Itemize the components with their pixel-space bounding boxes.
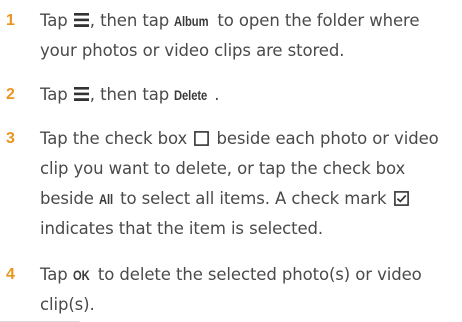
step-line: clip you want to delete, or tap the chec… xyxy=(40,159,406,178)
step-text: Tap OK to delete the selected photo(s) o… xyxy=(40,260,460,320)
text-fragment: , then tap xyxy=(89,85,175,104)
text-fragment: , then tap xyxy=(89,11,175,30)
keyword-album: Album xyxy=(174,13,209,29)
step-line: Tap OK to delete the selected photo(s) o… xyxy=(40,260,460,290)
keyword-delete: Delete xyxy=(174,87,208,103)
menu-icon xyxy=(73,13,89,27)
step-number: 2 xyxy=(6,86,15,103)
text-fragment: Tap xyxy=(40,85,73,104)
checkbox-checked-icon xyxy=(393,191,409,206)
step-line: your photos or video clips are stored. xyxy=(40,41,345,60)
step-line: clip(s). xyxy=(40,295,95,314)
text-fragment: to select all items. A check mark xyxy=(114,189,392,208)
step-text: Tap , then tap Album to open the folder … xyxy=(40,6,460,66)
step-2: 2 Tap , then tap Delete. xyxy=(0,80,462,112)
text-fragment: Tap xyxy=(40,265,73,284)
step-number: 1 xyxy=(6,12,15,29)
keyword-all: All xyxy=(98,191,114,207)
step-1: 1 Tap , then tap Album to open the folde… xyxy=(0,6,462,70)
step-line: Tap , then tap Album to open the folder … xyxy=(40,6,460,36)
text-fragment: to open the folder where xyxy=(212,11,420,30)
text-fragment: Tap xyxy=(40,11,73,30)
text-fragment: beside xyxy=(40,189,99,208)
step-text: Tap , then tap Delete. xyxy=(40,80,460,110)
step-4: 4 Tap OK to delete the selected photo(s)… xyxy=(0,260,462,322)
step-number: 3 xyxy=(6,130,15,147)
checkbox-empty-icon xyxy=(194,131,210,146)
text-fragment: . xyxy=(214,85,220,104)
step-line: indicates that the item is selected. xyxy=(40,219,324,238)
keyword-ok: OK xyxy=(72,267,90,283)
step-line: beside All to select all items. A check … xyxy=(40,184,460,214)
step-3: 3 Tap the check box beside each photo or… xyxy=(0,124,462,248)
text-fragment: beside each photo or video xyxy=(211,129,439,148)
step-line: Tap , then tap Delete. xyxy=(40,80,460,110)
text-fragment: to delete the selected photo(s) or video xyxy=(92,265,422,284)
step-number: 4 xyxy=(6,266,15,283)
step-text: Tap the check box beside each photo or v… xyxy=(40,124,460,244)
menu-icon xyxy=(73,87,89,101)
text-fragment: Tap the check box xyxy=(40,129,193,148)
step-line: Tap the check box beside each photo or v… xyxy=(40,124,460,154)
